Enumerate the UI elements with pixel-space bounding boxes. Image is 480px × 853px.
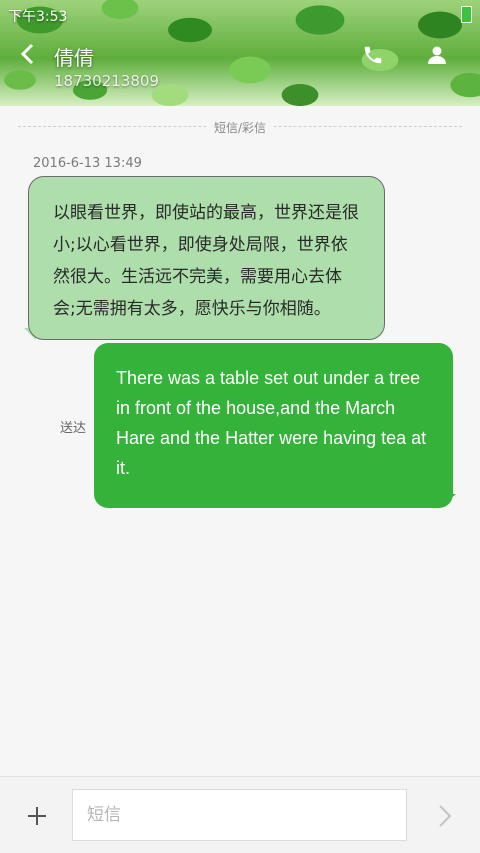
delivery-status: 送达 [60,421,87,436]
contact-number: 18730213809 [54,72,159,90]
status-time: 下午3:53 [8,9,68,25]
channel-divider: 短信/彩信 [18,118,462,136]
header: 下午3:53 倩倩 18730213809 [0,0,480,106]
add-icon[interactable] [22,801,52,831]
channel-label: 短信/彩信 [205,118,275,136]
incoming-message-bubble[interactable]: 以眼看世界，即使站的最高，世界还是很小;以心看世界，即使身处局限，世界依然很大。… [28,176,385,340]
phone-icon[interactable] [358,40,388,70]
send-icon[interactable] [430,801,460,831]
contact-icon[interactable] [422,40,452,70]
outgoing-message-bubble[interactable]: There was a table set out under a tree i… [94,343,453,508]
battery-icon [461,6,472,23]
back-icon[interactable] [14,40,42,68]
contact-name: 倩倩 [54,46,94,70]
message-timestamp: 2016-6-13 13:49 [33,156,142,171]
message-input[interactable] [72,789,407,841]
composer-bar [0,776,480,853]
